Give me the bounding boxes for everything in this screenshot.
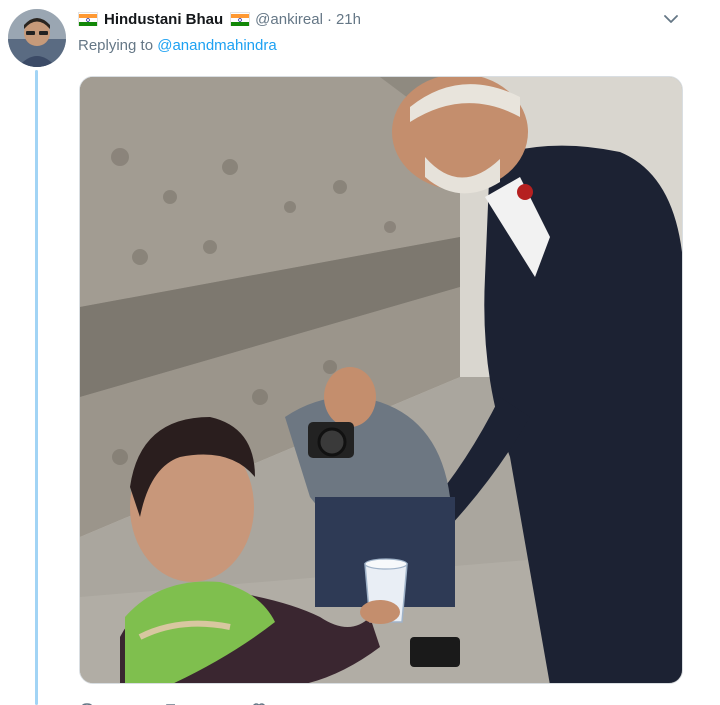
author-handle[interactable]: @ankireal	[255, 11, 323, 28]
indian-flag-icon	[78, 12, 98, 26]
retweet-icon[interactable]	[165, 697, 181, 705]
timestamp[interactable]: 21h	[336, 11, 361, 28]
replying-prefix: Replying to	[78, 37, 154, 54]
chevron-down-icon[interactable]	[660, 9, 682, 29]
separator-dot: ·	[326, 10, 332, 28]
thread-line	[35, 70, 38, 705]
author-name[interactable]: Hindustani Bhau	[104, 11, 223, 28]
reply-icon[interactable]	[79, 697, 95, 705]
avatar[interactable]	[8, 9, 66, 67]
like-icon[interactable]	[251, 697, 267, 705]
tweet: Hindustani Bhau @ankireal · 21h Replying…	[0, 0, 720, 705]
mention-link[interactable]: @anandmahindra	[157, 37, 276, 54]
tweet-actions	[79, 697, 379, 705]
photo-illustration	[80, 77, 682, 683]
indian-flag-icon	[230, 12, 251, 26]
tweet-header: Hindustani Bhau @ankireal · 21h	[78, 9, 361, 29]
tweet-photo[interactable]	[79, 76, 683, 684]
replying-to: Replying to @anandmahindra	[78, 37, 277, 54]
